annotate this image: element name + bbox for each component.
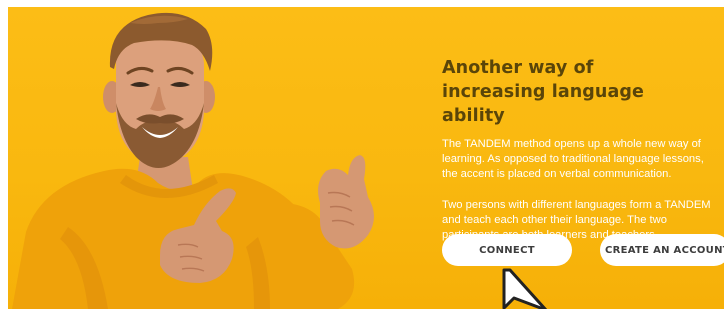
- intro-line: learning. As opposed to traditional lang…: [442, 153, 704, 166]
- create-account-button[interactable]: CREATE AN ACCOUNT: [600, 234, 724, 266]
- intro-paragraph: The TANDEM method opens up a whole new w…: [442, 137, 724, 183]
- detail-line: and teach each other their language. The…: [442, 213, 667, 226]
- hero-image: [8, 7, 408, 309]
- detail-line: Two persons with different languages for…: [442, 198, 711, 211]
- page: Another way of increasing language abili…: [0, 0, 724, 309]
- connect-button[interactable]: CONNECT: [442, 234, 572, 266]
- intro-section: Another way of increasing language abili…: [442, 56, 724, 243]
- mouse-pointer-icon: [496, 268, 556, 309]
- man-pointing-illustration: [12, 12, 374, 309]
- intro-line: The TANDEM method opens up a whole new w…: [442, 138, 701, 150]
- headline: Another way of increasing language abili…: [442, 58, 644, 126]
- intro-line: the accent is placed on verbal communica…: [442, 168, 672, 181]
